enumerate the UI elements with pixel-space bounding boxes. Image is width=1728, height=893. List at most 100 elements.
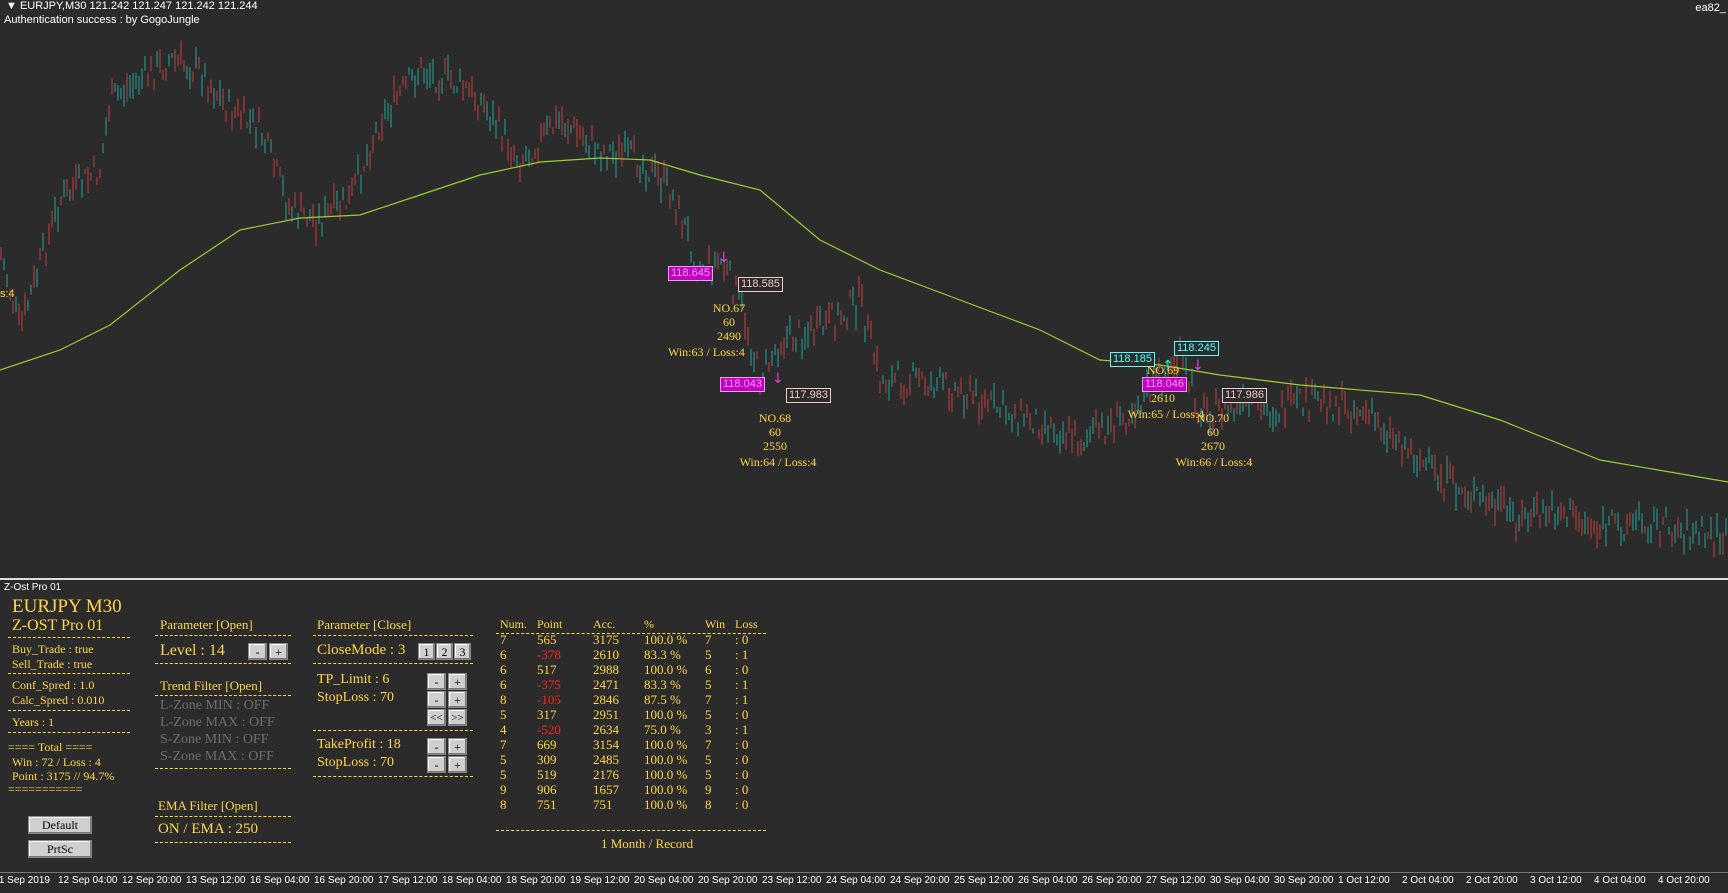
header-win: Win <box>705 617 726 631</box>
trade-period: 60 <box>769 425 781 439</box>
row-point: 751 <box>537 797 557 812</box>
row-point: 519 <box>537 767 557 782</box>
time-tick-label: 24 Sep 20:00 <box>890 875 950 886</box>
trade-period: 60 <box>723 315 735 329</box>
row-acc: 2846 <box>593 692 619 707</box>
time-tick-label: 2 Oct 04:00 <box>1402 875 1454 886</box>
row-acc: 1657 <box>593 782 619 797</box>
trade-points: 2550 <box>763 439 787 453</box>
table-row: 8 -105 2846 87.5 % 7: 1 <box>500 692 775 707</box>
prtsc-button[interactable]: PrtSc <box>28 840 92 858</box>
trend-filter-header: Trend Filter [Open] <box>160 678 263 693</box>
price-chart[interactable]: ↓ ↓ ↑ ↓ ▼ EURJPY,M30 121.242 121.247 121.24… <box>0 0 1728 578</box>
trade-record: Win:64 / Loss:4 <box>739 455 817 469</box>
panel-title: Z-Ost Pro 01 <box>4 582 62 593</box>
trade-exit-price: 117.986 <box>1222 388 1267 403</box>
row-loss: : 0 <box>735 782 749 797</box>
row-acc: 2634 <box>593 722 619 737</box>
trade-exit-price: 118.585 <box>738 277 783 292</box>
next-button[interactable]: >> <box>448 709 467 726</box>
conf-spread: Conf_Spred : 1.0 <box>12 678 95 692</box>
time-tick-label: 4 Oct 20:00 <box>1658 875 1710 886</box>
tp-limit-plus-button[interactable]: + <box>448 673 467 690</box>
divider <box>155 663 291 664</box>
level-plus-button[interactable]: + <box>269 643 288 660</box>
trade-exit-price: 118.245 <box>1174 341 1219 356</box>
default-button[interactable]: Default <box>28 816 92 834</box>
ema-value: ON / EMA : 250 <box>158 821 259 837</box>
row-win: 5 <box>705 677 712 692</box>
closemode-2-button[interactable]: 2 <box>436 643 453 660</box>
symbol-header: ▼ EURJPY,M30 121.242 121.247 121.242 121… <box>6 0 258 12</box>
trade-points: 2670 <box>1201 439 1225 453</box>
table-row: 5 317 2951 100.0 % 5: 0 <box>500 707 775 722</box>
stoploss2-minus-button[interactable]: - <box>427 756 446 773</box>
prev-button[interactable]: << <box>427 709 446 726</box>
row-point: -375 <box>537 677 561 692</box>
trade-number: NO.67 <box>712 301 746 315</box>
takeprofit-plus-button[interactable]: + <box>448 738 467 755</box>
closemode-3-button[interactable]: 3 <box>454 643 471 660</box>
ema-filter-header: EMA Filter [Open] <box>158 798 258 813</box>
row-win: 9 <box>705 782 712 797</box>
row-percent: 100.0 % <box>644 752 688 767</box>
time-tick-label: 3 Oct 12:00 <box>1530 875 1582 886</box>
szone-min: S-Zone MIN : OFF <box>160 732 269 747</box>
table-row: 6 -375 2471 83.3 % 5: 1 <box>500 677 775 692</box>
row-acc: 2471 <box>593 677 619 692</box>
row-percent: 100.0 % <box>644 632 688 647</box>
indicator-panel: Z-Ost Pro 01 EURJPY M30 Z-OST Pro 01 Buy… <box>0 580 1728 872</box>
row-point: 906 <box>537 782 557 797</box>
time-tick-label: 27 Sep 12:00 <box>1146 875 1206 886</box>
divider <box>8 673 130 674</box>
time-tick-label: 20 Sep 04:00 <box>634 875 694 886</box>
row-acc: 2485 <box>593 752 619 767</box>
stoploss2-value: StopLoss : 70 <box>317 755 395 770</box>
row-num: 5 <box>500 707 507 722</box>
row-acc: 2951 <box>593 707 619 722</box>
row-win: 7 <box>705 692 712 707</box>
row-loss: : 1 <box>735 647 749 662</box>
row-point: -105 <box>537 692 561 707</box>
total-winloss: Win : 72 / Loss : 4 <box>12 755 101 769</box>
row-acc: 3175 <box>593 632 619 647</box>
collapse-arrow-icon[interactable]: ▼ <box>6 0 17 12</box>
stoploss2-plus-button[interactable]: + <box>448 756 467 773</box>
time-tick-label: 20 Sep 20:00 <box>698 875 758 886</box>
header-percent: % <box>644 617 654 631</box>
row-num: 8 <box>500 692 507 707</box>
tp-limit-minus-button[interactable]: - <box>427 673 446 690</box>
row-percent: 100.0 % <box>644 662 688 677</box>
time-tick-label: 25 Sep 12:00 <box>954 875 1014 886</box>
trade-annotation: NO.68 60 2550 <box>736 411 814 453</box>
row-loss: : 1 <box>735 677 749 692</box>
time-tick-label: 26 Sep 04:00 <box>1018 875 1078 886</box>
row-percent: 83.3 % <box>644 677 681 692</box>
table-row: 6 517 2988 100.0 % 6: 0 <box>500 662 775 677</box>
total-footer: =========== <box>8 782 83 796</box>
trade-entry-price: 118.645 <box>668 266 713 281</box>
takeprofit-minus-button[interactable]: - <box>427 738 446 755</box>
param-close-header: Parameter [Close] <box>317 617 412 632</box>
level-value: Level : 14 <box>160 642 225 659</box>
trade-exit-price: 117.983 <box>786 388 831 403</box>
time-tick-label: 17 Sep 12:00 <box>378 875 438 886</box>
row-acc: 2610 <box>593 647 619 662</box>
time-tick-label: 12 Sep 20:00 <box>122 875 182 886</box>
table-row: 6 -378 2610 83.3 % 5: 1 <box>500 647 775 662</box>
stoploss-value: StopLoss : 70 <box>317 690 395 705</box>
time-tick-label: 24 Sep 04:00 <box>826 875 886 886</box>
time-tick-label: 4 Oct 04:00 <box>1594 875 1646 886</box>
results-table: Num. Point Acc. % Win Loss 7 565 3175 100.0… <box>500 617 775 812</box>
row-acc: 2176 <box>593 767 619 782</box>
stoploss-plus-button[interactable]: + <box>448 691 467 708</box>
trade-arrow-icon: ↓ <box>718 250 730 266</box>
row-point: 309 <box>537 752 557 767</box>
trade-entry-price: 118.046 <box>1142 377 1187 392</box>
level-minus-button[interactable]: - <box>248 643 267 660</box>
time-tick-label: 16 Sep 04:00 <box>250 875 310 886</box>
closemode-1-button[interactable]: 1 <box>418 643 435 660</box>
stoploss-minus-button[interactable]: - <box>427 691 446 708</box>
table-row: 9 906 1657 100.0 % 9: 0 <box>500 782 775 797</box>
sell-trade-status: Sell_Trade : true <box>12 657 93 671</box>
